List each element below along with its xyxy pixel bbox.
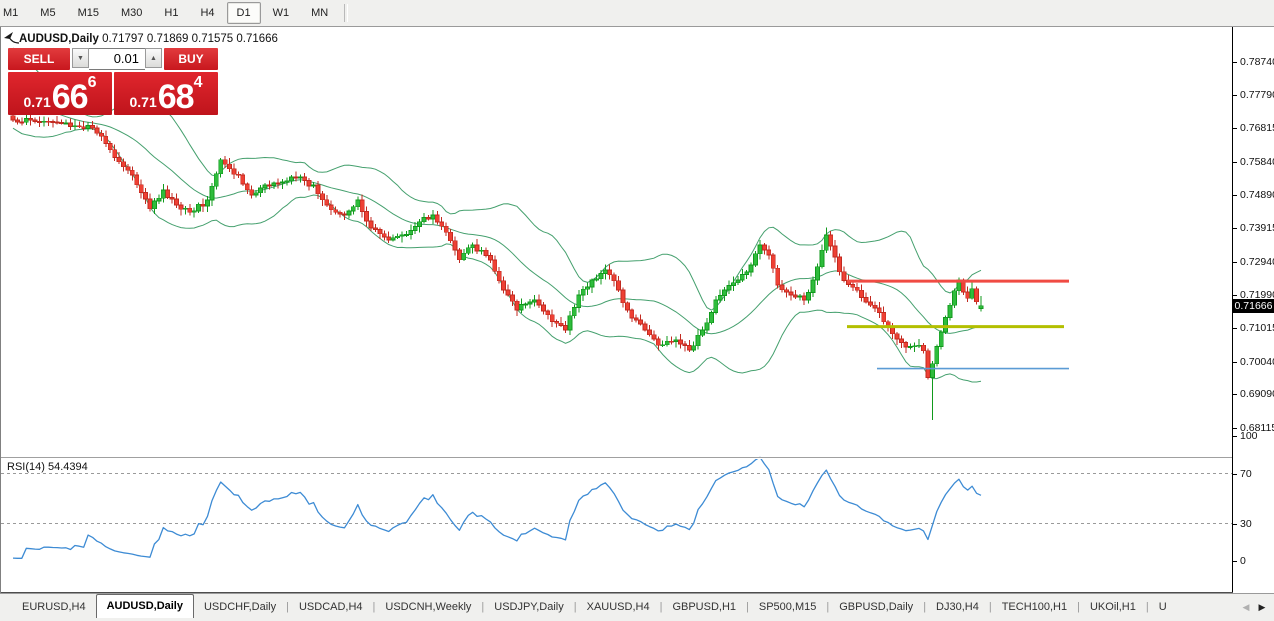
price-axis-label: 0.73915 bbox=[1240, 222, 1274, 235]
tab-gbpusd-h1[interactable]: GBPUSD,H1 bbox=[662, 596, 746, 618]
price-tick bbox=[1233, 428, 1237, 429]
rsi-tick bbox=[1233, 473, 1237, 475]
price-tick bbox=[1233, 394, 1237, 396]
price-tick bbox=[1233, 161, 1237, 163]
volume-increase-button[interactable]: ▲ bbox=[145, 48, 162, 68]
tab-scroll-left-icon[interactable]: ◀ bbox=[1238, 602, 1254, 613]
price-axis-label: 0.74890 bbox=[1240, 188, 1274, 201]
rsi-indicator-label: RSI(14) 54.4394 bbox=[7, 461, 88, 473]
price-tick bbox=[1233, 228, 1237, 230]
tab-scroll-right-icon[interactable]: ▶ bbox=[1254, 602, 1270, 613]
tab-ukoil-h1[interactable]: UKOil,H1 bbox=[1080, 596, 1146, 618]
timeframe-button-h1[interactable]: H1 bbox=[154, 2, 188, 24]
rsi-axis-label: 70 bbox=[1240, 467, 1252, 480]
sell-price-button[interactable]: 0.71 66 6 bbox=[8, 72, 112, 115]
buy-price-prefix: 0.71 bbox=[129, 94, 157, 110]
timeframe-button-h4[interactable]: H4 bbox=[190, 2, 224, 24]
rsi-axis-label: 30 bbox=[1240, 517, 1252, 530]
tab-audusd-daily[interactable]: AUDUSD,Daily bbox=[95, 594, 194, 618]
rsi-tick bbox=[1233, 561, 1237, 562]
sell-button[interactable]: SELL bbox=[8, 48, 70, 70]
volume-decrease-button[interactable]: ▼ bbox=[72, 48, 89, 68]
rsi-axis-label: 0 bbox=[1240, 555, 1246, 567]
rsi-tick bbox=[1233, 523, 1237, 525]
timeframe-toolbar: M1 M5 M15 M30 H1 H4 D1 W1 MN bbox=[0, 0, 1274, 27]
timeframe-button-d1[interactable]: D1 bbox=[226, 2, 261, 24]
timeframe-button-m30[interactable]: M30 bbox=[111, 2, 152, 24]
price-axis-label: 0.71015 bbox=[1240, 322, 1274, 335]
sell-price-prefix: 0.71 bbox=[23, 94, 51, 110]
price-tick bbox=[1233, 361, 1237, 363]
tab-sp500-m15[interactable]: SP500,M15 bbox=[749, 596, 826, 618]
tab-usdcad-h4[interactable]: USDCAD,H4 bbox=[289, 596, 373, 618]
rsi-axis-label: 100 bbox=[1240, 430, 1258, 442]
tab-tech100-h1[interactable]: TECH100,H1 bbox=[992, 596, 1077, 618]
timeframe-button-m1[interactable]: M1 bbox=[0, 2, 28, 24]
price-tick bbox=[1233, 194, 1237, 196]
rsi-tick bbox=[1233, 436, 1237, 437]
mt4-window: M1 M5 M15 M30 H1 H4 D1 W1 MN AUDUSD,Daily 0.7179… bbox=[0, 0, 1274, 621]
price-axis-label: 0.77790 bbox=[1240, 88, 1274, 101]
panel-splitter[interactable] bbox=[1, 457, 1233, 459]
price-tick bbox=[1233, 62, 1237, 63]
rsi-chart-canvas[interactable] bbox=[1, 432, 1233, 565]
chart-window: AUDUSD,Daily 0.71797 0.71869 0.71575 0.7… bbox=[0, 27, 1274, 619]
price-axis-label: 0.78740 bbox=[1240, 56, 1274, 68]
chart-tab-bar: EURUSD,H4 AUDUSD,Daily USDCHF,Daily | USDCAD… bbox=[0, 593, 1274, 618]
tab-xauusd-h4[interactable]: XAUUSD,H4 bbox=[577, 596, 660, 618]
price-tick bbox=[1233, 128, 1237, 130]
timeframe-button-mn[interactable]: MN bbox=[301, 2, 338, 24]
tab-dj30-h4[interactable]: DJ30,H4 bbox=[926, 596, 989, 618]
sell-price-pip: 6 bbox=[87, 74, 97, 91]
one-click-trading-panel: SELL ▼ 0.01 ▲ BUY 0.71 66 6 0.71 68 4 bbox=[8, 48, 218, 115]
buy-price-button[interactable]: 0.71 68 4 bbox=[114, 72, 218, 115]
price-tick bbox=[1233, 94, 1237, 96]
timeframe-button-m15[interactable]: M15 bbox=[68, 2, 109, 24]
price-axis-label: 0.76815 bbox=[1240, 122, 1274, 135]
tab-usdcnh-weekly[interactable]: USDCNH,Weekly bbox=[375, 596, 481, 618]
current-price-tag: 0.71666 bbox=[1233, 298, 1274, 313]
price-axis-label: 0.70040 bbox=[1240, 355, 1274, 368]
price-axis-label: 0.69090 bbox=[1240, 388, 1274, 401]
tab-scroll-controls: ◀ ▶ bbox=[1238, 596, 1274, 618]
timeframe-button-m5[interactable]: M5 bbox=[30, 2, 65, 24]
price-tick bbox=[1233, 261, 1237, 263]
tab-eurusd-h4[interactable]: EURUSD,H4 bbox=[12, 596, 96, 618]
sell-price-big: 66 bbox=[51, 78, 89, 116]
timeframe-button-w1[interactable]: W1 bbox=[263, 2, 300, 24]
tab-u[interactable]: U bbox=[1149, 596, 1177, 618]
volume-input[interactable]: 0.01 bbox=[89, 48, 145, 70]
price-axis-label: 0.72940 bbox=[1240, 255, 1274, 268]
tab-gbpusd-daily[interactable]: GBPUSD,Daily bbox=[829, 596, 923, 618]
tab-usdjpy-daily[interactable]: USDJPY,Daily bbox=[484, 596, 574, 618]
toolbar-separator bbox=[344, 4, 349, 22]
price-tick bbox=[1233, 328, 1237, 330]
buy-price-big: 68 bbox=[157, 78, 195, 116]
price-tick bbox=[1233, 294, 1237, 296]
price-axis-label: 0.75840 bbox=[1240, 155, 1274, 168]
buy-price-pip: 4 bbox=[193, 74, 203, 91]
tab-usdchf-daily[interactable]: USDCHF,Daily bbox=[194, 596, 286, 618]
buy-button[interactable]: BUY bbox=[164, 48, 218, 70]
